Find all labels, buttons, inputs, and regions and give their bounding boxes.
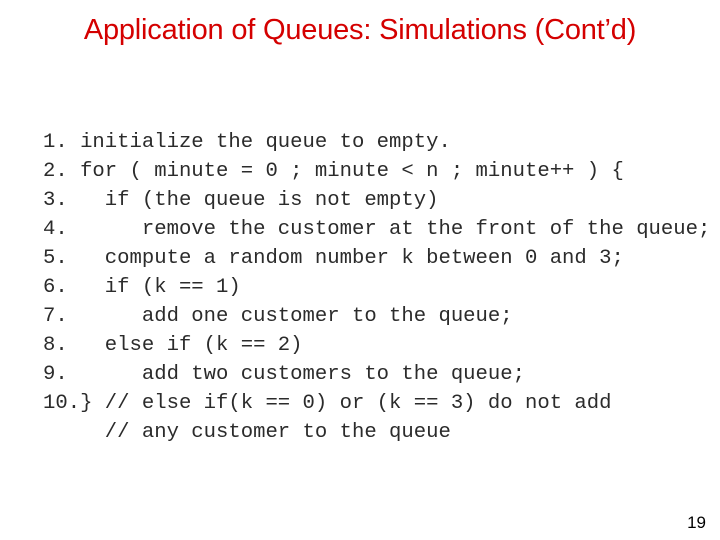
code-line-8: 8. else if (k == 2) [43,334,303,357]
code-line-10: 10.} // else if(k == 0) or (k == 3) do n… [43,392,612,415]
code-line-1: 1. initialize the queue to empty. [43,131,451,154]
code-line-2: 2. for ( minute = 0 ; minute < n ; minut… [43,160,624,183]
pseudocode-block: 1. initialize the queue to empty. 2. for … [43,128,710,447]
code-line-4: 4. remove the customer at the front of t… [43,218,711,241]
code-line-9: 9. add two customers to the queue; [43,363,525,386]
code-line-5: 5. compute a random number k between 0 a… [43,247,624,270]
page-number: 19 [687,513,706,532]
code-line-6: 6. if (k == 1) [43,276,241,299]
slide-title: Application of Queues: Simulations (Cont… [83,14,637,46]
code-line-3: 3. if (the queue is not empty) [43,189,439,212]
code-line-7: 7. add one customer to the queue; [43,305,513,328]
code-line-10-continuation: // any customer to the queue [43,421,451,444]
